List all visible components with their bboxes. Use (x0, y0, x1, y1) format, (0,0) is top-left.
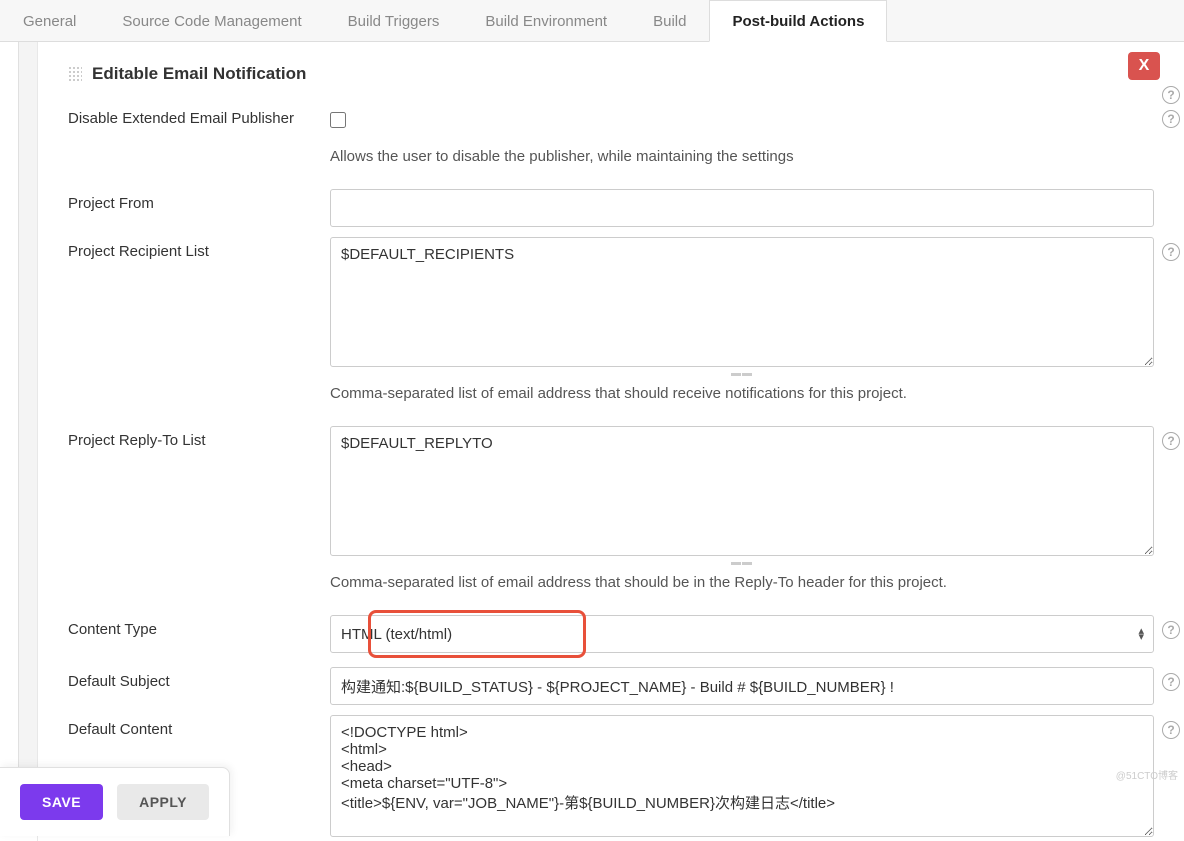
email-notification-panel: Editable Email Notification X ? Disable … (37, 42, 1184, 841)
tab-build[interactable]: Build (630, 0, 709, 41)
disable-publisher-checkbox[interactable] (330, 112, 346, 128)
replyto-list-label: Project Reply-To List (68, 426, 330, 449)
default-subject-label: Default Subject (68, 667, 330, 690)
recipient-list-textarea[interactable]: $DEFAULT_RECIPIENTS (330, 237, 1154, 367)
help-icon[interactable]: ? (1162, 673, 1180, 691)
recipient-list-description: Comma-separated list of email address th… (330, 385, 1154, 402)
resize-grip-icon[interactable]: ▬▬ (330, 557, 1154, 568)
help-icon[interactable]: ? (1162, 621, 1180, 639)
apply-button[interactable]: APPLY (117, 784, 209, 820)
content-type-select[interactable]: HTML (text/html) (330, 615, 1154, 653)
tab-scm[interactable]: Source Code Management (99, 0, 324, 41)
help-icon[interactable]: ? (1162, 243, 1180, 261)
tab-post-build-actions[interactable]: Post-build Actions (709, 0, 887, 42)
default-content-textarea[interactable]: <!DOCTYPE html> <html> <head> <meta char… (330, 715, 1154, 837)
watermark-text: @51CTO博客 (1116, 767, 1178, 782)
help-icon[interactable]: ? (1162, 721, 1180, 739)
default-content-label: Default Content (68, 715, 330, 738)
resize-grip-icon[interactable]: ▬▬ (330, 368, 1154, 379)
replyto-list-textarea[interactable]: $DEFAULT_REPLYTO (330, 426, 1154, 556)
project-from-label: Project From (68, 189, 330, 212)
recipient-list-label: Project Recipient List (68, 237, 330, 260)
drag-handle-icon[interactable] (68, 66, 82, 82)
default-subject-input[interactable] (330, 667, 1154, 705)
disable-publisher-label: Disable Extended Email Publisher (68, 104, 330, 127)
replyto-list-description: Comma-separated list of email address th… (330, 574, 1154, 591)
content-area: Editable Email Notification X ? Disable … (18, 42, 1184, 836)
tab-build-triggers[interactable]: Build Triggers (325, 0, 463, 41)
content-type-label: Content Type (68, 615, 330, 638)
tab-build-env[interactable]: Build Environment (462, 0, 630, 41)
tab-general[interactable]: General (0, 0, 99, 41)
help-icon[interactable]: ? (1162, 432, 1180, 450)
footer-actions: SAVE APPLY (0, 767, 230, 836)
project-from-input[interactable] (330, 189, 1154, 227)
close-button[interactable]: X (1128, 52, 1160, 80)
help-icon[interactable]: ? (1162, 86, 1180, 104)
save-button[interactable]: SAVE (20, 784, 103, 820)
panel-title: Editable Email Notification (92, 64, 306, 84)
disable-publisher-description: Allows the user to disable the publisher… (330, 148, 1154, 165)
help-icon[interactable]: ? (1162, 110, 1180, 128)
config-tabs: General Source Code Management Build Tri… (0, 0, 1184, 42)
